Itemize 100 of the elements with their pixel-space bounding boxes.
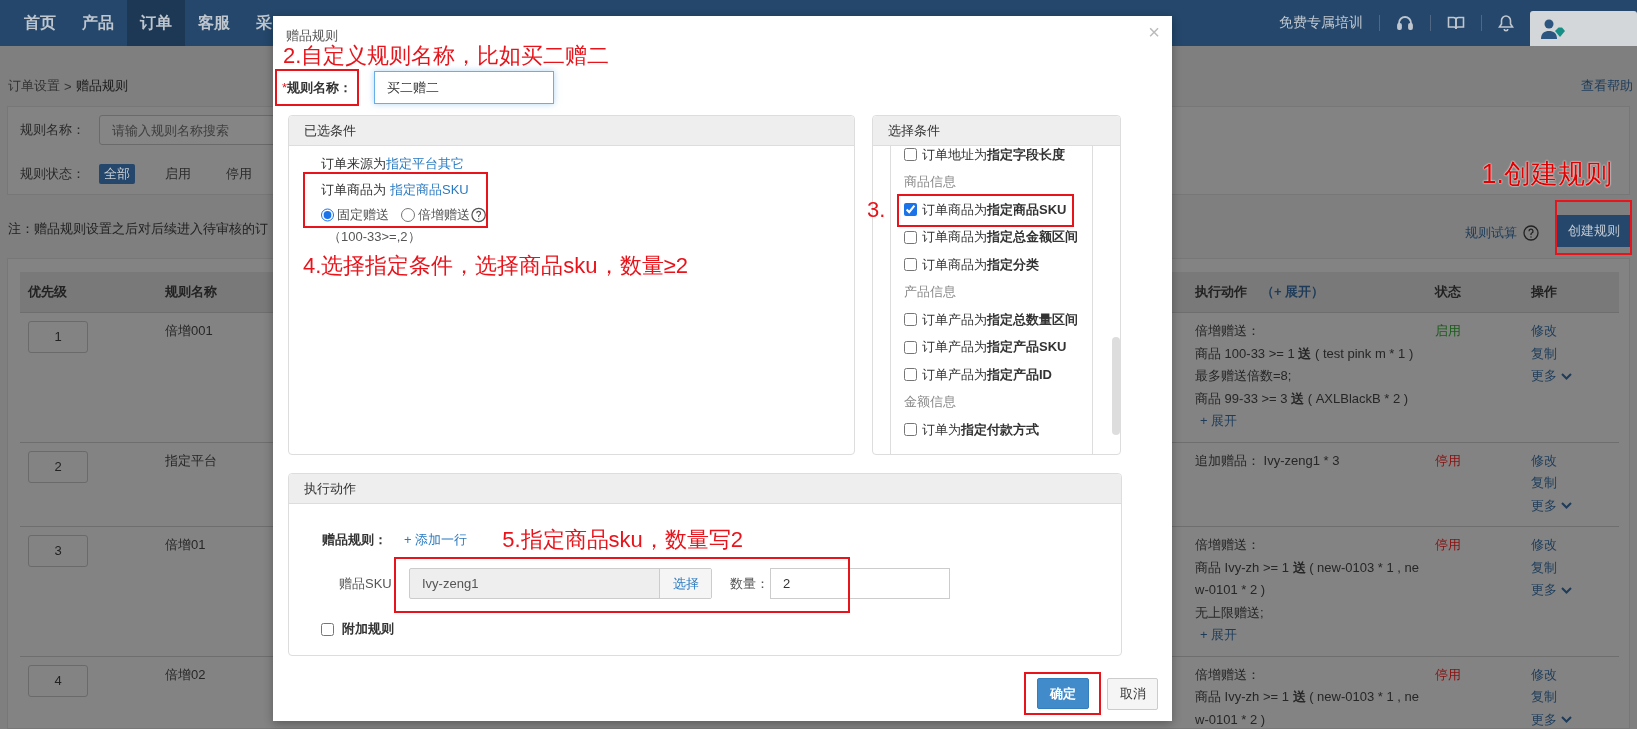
- headset-icon[interactable]: [1396, 14, 1414, 32]
- checkbox[interactable]: [904, 423, 917, 437]
- annotation-text: 1.创建规则: [1481, 159, 1612, 189]
- chevron-down-icon[interactable]: [1561, 372, 1572, 380]
- expand-link[interactable]: + 展开: [1200, 410, 1238, 433]
- quantity-field[interactable]: 2: [770, 568, 950, 599]
- condition-option[interactable]: 订单为指定付款方式: [922, 420, 1039, 439]
- chevron-down-icon[interactable]: [1561, 502, 1572, 510]
- sku-field[interactable]: Ivy-zeng1 选择: [409, 568, 712, 599]
- radio-label: 固定赠送: [337, 206, 390, 224]
- confirm-button[interactable]: 确定: [1036, 678, 1089, 709]
- cancel-button[interactable]: 取消: [1107, 677, 1158, 710]
- condition-text: 订单来源为: [321, 155, 386, 173]
- checkbox[interactable]: [904, 148, 917, 162]
- create-rule-button[interactable]: 创建规则: [1557, 215, 1630, 247]
- field-label: 赠品SKU: [339, 574, 393, 593]
- condition-option[interactable]: 订单产品为指定产品SKU: [922, 338, 1067, 357]
- more-link[interactable]: 更多: [1531, 365, 1557, 388]
- field-label: 规则名称：: [287, 78, 353, 97]
- annotation-text: 2.自定义规则名称，比如买二赠二: [283, 43, 610, 69]
- bell-icon[interactable]: [1498, 14, 1514, 32]
- group-label: 金额信息: [904, 393, 956, 412]
- annotation-text: 5.指定商品sku，数量写2: [502, 527, 744, 553]
- condition-option[interactable]: 订单商品为指定分类: [922, 255, 1039, 274]
- checkbox[interactable]: [904, 203, 917, 217]
- action-text: 商品 100-33 >= 1 送 ( test pink m * 1 ): [1195, 344, 1415, 363]
- more-link[interactable]: 更多: [1531, 579, 1557, 602]
- rule-trial-link[interactable]: 规则试算: [1465, 223, 1517, 243]
- status-text: 停用: [1435, 536, 1461, 554]
- checkbox[interactable]: [321, 622, 334, 636]
- status-filter-option[interactable]: 全部: [99, 164, 135, 184]
- condition-option[interactable]: 订单产品为指定总数量区间: [922, 310, 1078, 329]
- operation-link[interactable]: 修改: [1531, 320, 1557, 343]
- priority-field[interactable]: 1: [28, 321, 88, 353]
- expand-all-link[interactable]: （+ 展开）: [1261, 283, 1325, 301]
- priority-field[interactable]: 2: [28, 450, 88, 483]
- action-text: 倍增赠送：: [1195, 665, 1261, 684]
- training-link[interactable]: 免费专属培训: [1279, 14, 1363, 32]
- field-label: 赠品规则：: [322, 531, 388, 549]
- filter-label: 规则状态：: [20, 165, 86, 183]
- action-text: 倍增赠送：: [1195, 536, 1261, 554]
- help-icon[interactable]: [470, 207, 486, 223]
- book-icon[interactable]: [1447, 14, 1465, 32]
- nav-tab[interactable]: 客服: [185, 0, 243, 46]
- radio-button[interactable]: [321, 208, 335, 222]
- panel-header: 选择条件: [873, 116, 1120, 146]
- scrollbar-thumb[interactable]: [1112, 337, 1121, 435]
- column-header: 状态: [1435, 283, 1461, 301]
- priority-field[interactable]: 4: [28, 664, 88, 697]
- help-link[interactable]: 查看帮助: [1581, 77, 1633, 95]
- expand-link[interactable]: + 展开: [1200, 624, 1238, 647]
- condition-option[interactable]: 订单产品为指定产品ID: [922, 365, 1052, 384]
- status-filter-option[interactable]: 启用: [160, 164, 196, 184]
- nav-tab[interactable]: 订单: [127, 0, 185, 46]
- operation-link[interactable]: 修改: [1531, 449, 1557, 472]
- group-label: 产品信息: [904, 283, 956, 302]
- chevron-down-icon[interactable]: [1561, 716, 1572, 724]
- condition-link[interactable]: 指定平台其它: [386, 154, 464, 174]
- filter-label: 规则名称：: [20, 121, 86, 139]
- radio-label: 倍增赠送: [417, 206, 470, 224]
- more-link[interactable]: 更多: [1531, 708, 1557, 728]
- operation-link[interactable]: 复制: [1531, 686, 1557, 709]
- radio-button[interactable]: [401, 208, 415, 222]
- action-text: 追加赠品： Ivy-zeng1 * 3: [1195, 451, 1341, 470]
- operation-link[interactable]: 修改: [1531, 663, 1557, 686]
- rule-name-field[interactable]: 买二赠二: [374, 71, 555, 104]
- condition-option[interactable]: 订单地址为指定字段长度: [922, 146, 1065, 164]
- condition-text: 订单商品为: [321, 181, 386, 199]
- more-link[interactable]: 更多: [1531, 494, 1557, 517]
- operation-link[interactable]: 修改: [1531, 534, 1557, 557]
- choose-button[interactable]: 选择: [659, 569, 711, 598]
- rule-name: 倍增001: [165, 322, 213, 340]
- operation-link[interactable]: 复制: [1531, 556, 1557, 579]
- action-text: 商品 99-33 >= 3 送 ( AXLBlackB * 2 ): [1195, 389, 1410, 408]
- user-avatar-icon[interactable]: [1540, 17, 1566, 40]
- condition-link[interactable]: 指定商品SKU: [390, 180, 469, 200]
- rule-name: 倍增02: [165, 665, 206, 684]
- checkbox[interactable]: [904, 313, 917, 327]
- checkbox-label: 附加规则: [342, 620, 394, 638]
- operation-link[interactable]: 复制: [1531, 342, 1557, 365]
- status-text: 启用: [1435, 322, 1461, 340]
- checkbox[interactable]: [904, 258, 917, 272]
- condition-option[interactable]: 订单商品为指定总金额区间: [922, 228, 1078, 247]
- status-filter-option[interactable]: 停用: [221, 164, 257, 184]
- breadcrumb-link[interactable]: 订单设置: [8, 77, 60, 95]
- add-row-link[interactable]: + 添加一行: [404, 531, 468, 549]
- dialog-title: 赠品规则: [286, 28, 338, 44]
- checkbox[interactable]: [904, 230, 917, 244]
- priority-field[interactable]: 3: [28, 535, 88, 567]
- chevron-down-icon[interactable]: [1561, 586, 1572, 594]
- action-text: 商品 Ivy-zh >= 1 送 ( new-0103 * 1 , new-0101 * 2 ): [1195, 558, 1419, 599]
- nav-tab[interactable]: 产品: [69, 0, 127, 46]
- condition-option[interactable]: 订单商品为指定商品SKU: [922, 200, 1067, 219]
- checkbox[interactable]: [904, 340, 917, 354]
- operation-link[interactable]: 复制: [1531, 472, 1557, 495]
- annotation-text: 4.选择指定条件，选择商品sku，数量≥2: [303, 253, 688, 279]
- nav-tab[interactable]: 首页: [11, 0, 69, 46]
- checkbox[interactable]: [904, 368, 917, 382]
- help-icon[interactable]: [1523, 225, 1539, 241]
- rule-name: 指定平台: [165, 451, 217, 470]
